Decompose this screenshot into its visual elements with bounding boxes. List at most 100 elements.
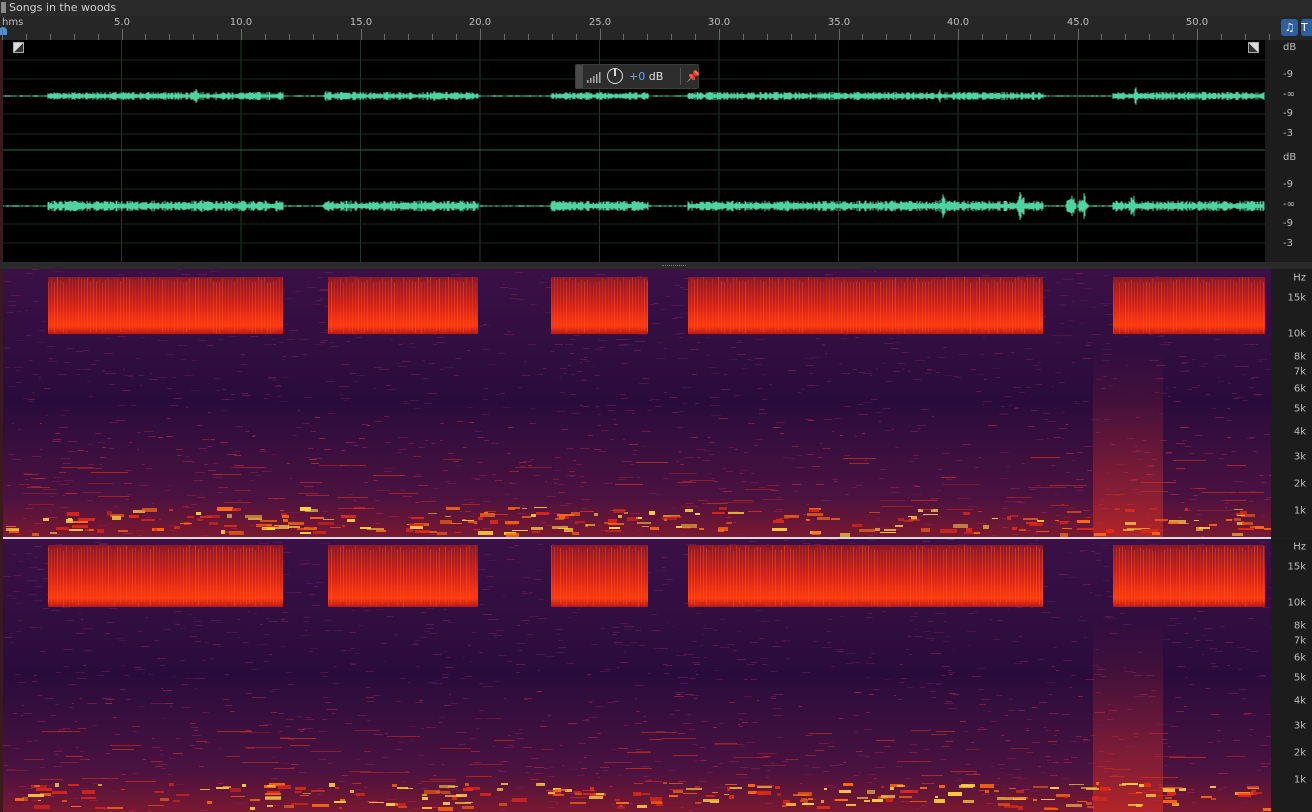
spectral-display-channel-1[interactable] <box>3 269 1271 537</box>
spectral-energy-streak <box>1236 282 1237 334</box>
spectral-display-channel-2[interactable] <box>3 539 1271 812</box>
spectrogram-noise <box>1197 611 1204 612</box>
spectrogram-noise <box>632 413 634 414</box>
spectral-energy-streak <box>469 281 470 333</box>
spectrogram-noise <box>398 449 407 450</box>
fade-in-handle[interactable] <box>13 42 24 53</box>
spectrogram-noise <box>585 719 589 720</box>
spectral-harmonic-streak <box>151 761 163 762</box>
spectrogram-noise <box>1242 698 1246 699</box>
spectrogram-noise <box>714 670 721 671</box>
spectrogram-noise <box>827 642 831 643</box>
spectrogram-noise <box>10 642 13 643</box>
spectral-harmonic-streak <box>1155 756 1185 757</box>
spectral-harmonic-streak <box>734 757 769 758</box>
spectral-energy-streak <box>700 278 701 330</box>
spectrogram-noise <box>529 747 532 748</box>
spectrogram-noise <box>287 592 293 593</box>
spectral-low-frequency-energy <box>998 803 1010 806</box>
headphones-icon[interactable]: ♫ <box>1281 19 1298 36</box>
spectrogram-noise <box>283 356 286 357</box>
selection-tool-icon[interactable]: T <box>1301 19 1312 36</box>
spectral-low-frequency-energy <box>1232 533 1243 536</box>
hz-label: 2k <box>1293 747 1306 759</box>
spectrogram-noise <box>332 713 335 714</box>
spectrogram-noise <box>697 342 701 343</box>
spectrogram-noise <box>949 693 956 694</box>
spectrogram-noise <box>998 525 1001 526</box>
spectrogram-noise <box>286 726 290 727</box>
gain-knob-icon[interactable] <box>607 68 623 84</box>
spectral-low-frequency-energy <box>141 519 155 521</box>
spectral-low-frequency-energy <box>817 806 830 809</box>
spectral-energy-streak <box>940 279 941 331</box>
spectral-energy-streak <box>343 282 344 334</box>
spectrogram-noise <box>635 749 641 750</box>
spectrogram-noise <box>709 454 714 455</box>
spectrogram-noise <box>509 483 516 484</box>
spectrogram-noise <box>278 713 284 714</box>
spectrogram-noise <box>364 751 371 752</box>
spectrogram-noise <box>869 540 875 541</box>
spectrogram-noise <box>883 408 890 409</box>
spectrogram-noise <box>124 483 132 484</box>
spectral-low-frequency-energy <box>564 528 573 532</box>
spectral-harmonic-streak <box>921 509 933 510</box>
spectral-low-frequency-energy <box>835 799 848 801</box>
spectrogram-noise <box>353 500 357 501</box>
spectrogram-noise <box>104 353 113 354</box>
pin-icon[interactable]: 📌 <box>686 70 700 83</box>
spectral-energy-streak <box>460 281 461 333</box>
spectral-low-frequency-energy <box>465 783 469 786</box>
spectral-low-frequency-energy <box>455 532 461 533</box>
spectrogram-noise <box>1257 395 1260 396</box>
spectrogram-noise <box>558 647 566 648</box>
document-title: Songs in the woods <box>9 1 117 14</box>
spectrogram-noise <box>51 610 60 611</box>
spectral-harmonic-streak <box>6 770 28 771</box>
spectrogram-noise <box>1215 417 1224 418</box>
spectrogram-noise <box>479 710 484 711</box>
spectral-energy-streak <box>162 550 163 607</box>
spectrogram-noise <box>895 447 899 448</box>
spectrogram-noise <box>922 541 930 542</box>
spectrogram-noise <box>1003 785 1007 786</box>
spectrogram-noise <box>284 574 290 575</box>
spectral-energy-streak <box>364 548 365 605</box>
spectrogram-noise <box>503 407 511 408</box>
spectral-energy-streak <box>108 278 109 330</box>
spectrogram-noise <box>12 598 17 599</box>
gain-hud[interactable]: +0 dB 📌 <box>575 64 700 89</box>
view-splitter[interactable] <box>0 262 1312 269</box>
spectrogram-noise <box>637 276 642 277</box>
spectrogram-noise <box>29 401 34 402</box>
spectral-low-frequency-energy <box>1236 792 1253 795</box>
spectrogram-noise <box>999 414 1008 415</box>
spectrogram-noise <box>522 593 531 594</box>
panel-grip[interactable] <box>1 2 6 13</box>
spectrogram-noise <box>1027 719 1032 720</box>
spectrogram-noise <box>40 651 46 652</box>
spectrogram-noise <box>39 377 41 378</box>
hud-grip[interactable] <box>576 65 583 88</box>
fade-out-handle[interactable] <box>1248 42 1259 53</box>
spectrogram-noise <box>168 774 172 775</box>
spectrogram-noise <box>558 484 564 485</box>
spectrogram-noise <box>618 775 621 776</box>
spectrogram-noise <box>776 509 783 510</box>
spectral-low-frequency-energy <box>531 514 536 517</box>
spectrogram-noise <box>279 731 282 732</box>
spectral-energy-streak <box>180 546 181 603</box>
spectral-low-frequency-energy <box>88 518 94 520</box>
spectrogram-noise <box>421 728 424 729</box>
spectrogram-noise <box>1000 478 1008 479</box>
spectrogram-noise <box>877 518 881 519</box>
spectrogram-noise <box>1086 342 1093 343</box>
spectrogram-noise <box>400 678 406 679</box>
spectrogram-noise <box>1239 689 1247 690</box>
spectral-low-frequency-energy <box>73 521 88 523</box>
spectrogram-noise <box>1056 515 1062 516</box>
spectrogram-noise <box>1148 334 1153 335</box>
timeline-ruler[interactable]: hms 5.0 10.0 15.0 20.0 25.0 30.0 35.0 40… <box>0 16 1276 40</box>
spectral-energy-streak <box>117 278 118 330</box>
